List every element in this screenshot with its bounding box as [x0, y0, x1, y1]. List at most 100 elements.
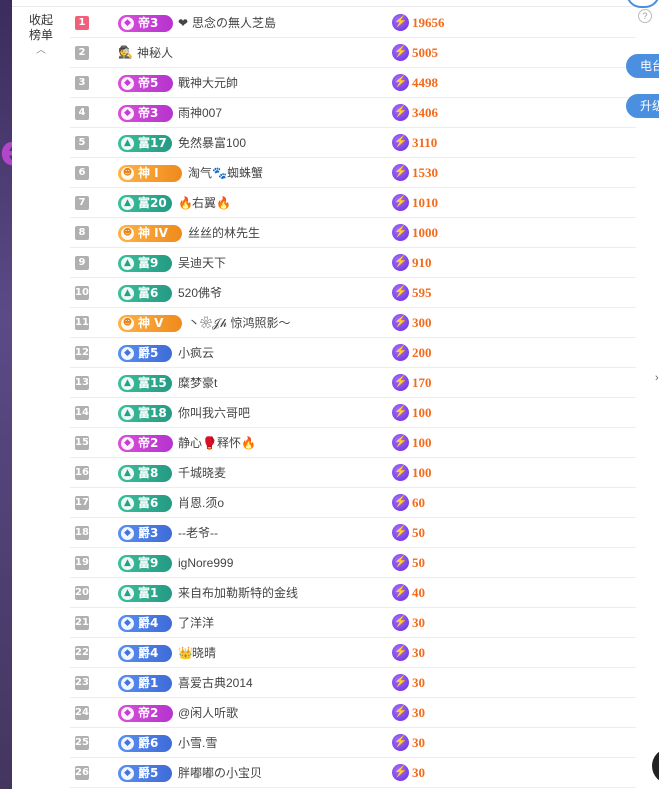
user-name[interactable]: 戰神大元帥 — [178, 75, 238, 91]
level-icon: ◆ — [121, 767, 134, 780]
list-item[interactable]: 2 🕵 神秘人 ⚡ 5005 — [70, 38, 636, 68]
list-item[interactable]: 26 ◆ 爵5 胖嘟嘟の小宝贝 ⚡ 30 — [70, 758, 636, 788]
user-name[interactable]: igNore999 — [178, 555, 233, 571]
user-name[interactable]: 糜梦豪t — [178, 375, 217, 391]
score-value: 40 — [412, 585, 425, 600]
list-item[interactable]: 23 ◆ 爵1 喜爱古典2014 ⚡ 30 — [70, 668, 636, 698]
list-item[interactable]: 9 ▲ 富9 吴迪天下 ⚡ 910 — [70, 248, 636, 278]
upgrade-tab-button[interactable]: 升级 — [626, 94, 659, 118]
user-name[interactable]: 喜爱古典2014 — [178, 675, 253, 691]
rank-number: 6 — [75, 166, 89, 180]
user-name[interactable]: 吴迪天下 — [178, 255, 226, 271]
list-item[interactable]: 8 ☻ 神 IV 丝丝的林先生 ⚡ 1000 — [70, 218, 636, 248]
level-badge-label: 神 IV — [138, 226, 168, 240]
user-name[interactable]: 右翼🔥 — [192, 195, 231, 211]
list-item[interactable]: 18 ◆ 爵3 --老爷-- ⚡ 50 — [70, 518, 636, 548]
ranking-list: 1 ◆ 帝3 ❤ 思念の無人芝島 ⚡ 19656 2 🕵 神秘人 ⚡ 5005 3 ◆ 帝5 戰神大元帥 ⚡ 44… — [70, 8, 636, 788]
list-item[interactable]: 3 ◆ 帝5 戰神大元帥 ⚡ 4498 — [70, 68, 636, 98]
list-item[interactable]: 25 ◆ 爵6 小雪.雪 ⚡ 30 — [70, 728, 636, 758]
list-item[interactable]: 19 ▲ 富9 igNore999 ⚡ 50 — [70, 548, 636, 578]
user-name[interactable]: 雨神007 — [178, 105, 222, 121]
user-name[interactable]: 胖嘟嘟の小宝贝 — [178, 765, 262, 781]
floating-circle-button[interactable] — [652, 748, 659, 784]
list-item[interactable]: 4 ◆ 帝3 雨神007 ⚡ 3406 — [70, 98, 636, 128]
user-name[interactable]: 晓晴 — [192, 645, 216, 661]
avatar-icon: 🕵 — [118, 45, 133, 59]
list-item[interactable]: 10 ▲ 富6 520佛爷 ⚡ 595 — [70, 278, 636, 308]
user-name[interactable]: @闲人听歌 — [178, 705, 238, 721]
list-item[interactable]: 21 ◆ 爵4 了洋洋 ⚡ 30 — [70, 608, 636, 638]
list-item[interactable]: 15 ◆ 帝2 静心🥊释怀🔥 ⚡ 100 — [70, 428, 636, 458]
level-badge-label: 富18 — [138, 406, 167, 420]
level-icon: ▲ — [121, 257, 134, 270]
level-badge: ◆ 爵4 — [118, 615, 172, 632]
level-icon: ☻ — [121, 167, 134, 180]
level-badge-label: 帝2 — [138, 706, 159, 720]
list-item[interactable]: 14 ▲ 富18 你叫我六哥吧 ⚡ 100 — [70, 398, 636, 428]
list-item[interactable]: 13 ▲ 富15 糜梦豪t ⚡ 170 — [70, 368, 636, 398]
list-item[interactable]: 20 ▲ 富1 来自布加勒斯特的金线 ⚡ 40 — [70, 578, 636, 608]
level-icon: ◆ — [121, 707, 134, 720]
user-name[interactable]: 思念の無人芝島 — [192, 15, 276, 31]
score-value: 3110 — [412, 135, 438, 150]
level-badge-label: 爵4 — [138, 646, 159, 660]
user-name[interactable]: 神秘人 — [137, 45, 173, 61]
user-name[interactable]: 肖恩.须o — [178, 495, 224, 511]
level-badge-label: 爵4 — [138, 616, 159, 630]
help-icon[interactable]: ? — [638, 9, 652, 23]
user-name[interactable]: 520佛爷 — [178, 285, 222, 301]
list-item[interactable]: 5 ▲ 富17 免然暴富100 ⚡ 3110 — [70, 128, 636, 158]
user-name[interactable]: 小疯云 — [178, 345, 214, 361]
score-value: 1530 — [412, 165, 438, 180]
rank-number: 3 — [75, 76, 89, 90]
user-name[interactable]: 你叫我六哥吧 — [178, 405, 250, 421]
level-badge-label: 富9 — [138, 556, 159, 570]
user-name[interactable]: 免然暴富100 — [178, 135, 246, 151]
level-icon: ☻ — [121, 227, 134, 240]
list-item[interactable]: 1 ◆ 帝3 ❤ 思念の無人芝島 ⚡ 19656 — [70, 8, 636, 38]
radio-tab-button[interactable]: 电台 — [626, 54, 659, 78]
list-item[interactable]: 17 ▲ 富6 肖恩.须o ⚡ 60 — [70, 488, 636, 518]
collapse-ranking-button[interactable]: 收起 榜单 ︿ — [28, 13, 54, 58]
rank-number: 26 — [75, 766, 89, 780]
lightning-icon: ⚡ — [392, 74, 409, 91]
level-icon: ▲ — [121, 407, 134, 420]
score-value: 30 — [412, 735, 425, 750]
user-name[interactable]: 静心🥊释怀🔥 — [178, 435, 256, 451]
collapse-label-line2: 榜单 — [28, 28, 53, 42]
lightning-icon: ⚡ — [392, 464, 409, 481]
rank-number: 16 — [75, 466, 89, 480]
level-badge: ▲ 富18 — [118, 405, 172, 422]
list-item[interactable]: 24 ◆ 帝2 @闲人听歌 ⚡ 30 — [70, 698, 636, 728]
user-prefix-icon: 👑 — [178, 646, 193, 660]
level-icon: ◆ — [121, 737, 134, 750]
score-value: 910 — [412, 255, 432, 270]
user-name[interactable]: 丶❀𝒥𝒽 惊鸿照影～ — [188, 315, 291, 331]
lightning-icon: ⚡ — [392, 14, 409, 31]
user-name[interactable]: --老爷-- — [178, 525, 218, 541]
level-icon: ◆ — [121, 677, 134, 690]
list-item[interactable]: 11 ☻ 神 V 丶❀𝒥𝒽 惊鸿照影～ ⚡ 300 — [70, 308, 636, 338]
level-icon: ◆ — [121, 107, 134, 120]
level-icon: ▲ — [121, 497, 134, 510]
list-item[interactable]: 6 ☻ 神 I 淘气🐾蜘蛛蟹 ⚡ 1530 — [70, 158, 636, 188]
list-item[interactable]: 12 ◆ 爵5 小疯云 ⚡ 200 — [70, 338, 636, 368]
chevron-right-icon[interactable]: › — [655, 372, 659, 384]
level-badge: ▲ 富9 — [118, 555, 172, 572]
score-value: 300 — [412, 315, 432, 330]
user-name[interactable]: 淘气🐾蜘蛛蟹 — [188, 165, 263, 181]
user-name[interactable]: 小雪.雪 — [178, 735, 217, 751]
user-name[interactable]: 了洋洋 — [178, 615, 214, 631]
list-item[interactable]: 22 ◆ 爵4 👑 晓晴 ⚡ 30 — [70, 638, 636, 668]
user-name[interactable]: 千城晓麦 — [178, 465, 226, 481]
user-name[interactable]: 来自布加勒斯特的金线 — [178, 585, 298, 601]
rank-number: 7 — [75, 196, 89, 210]
user-name[interactable]: 丝丝的林先生 — [188, 225, 260, 241]
list-item[interactable]: 16 ▲ 富8 千城晓麦 ⚡ 100 — [70, 458, 636, 488]
list-item[interactable]: 7 ▲ 富20 🔥 右翼🔥 ⚡ 1010 — [70, 188, 636, 218]
lightning-icon: ⚡ — [392, 494, 409, 511]
rank-number: 25 — [75, 736, 89, 750]
level-icon: ☻ — [121, 317, 134, 330]
rank-number: 4 — [75, 106, 89, 120]
score-value: 3406 — [412, 105, 438, 120]
